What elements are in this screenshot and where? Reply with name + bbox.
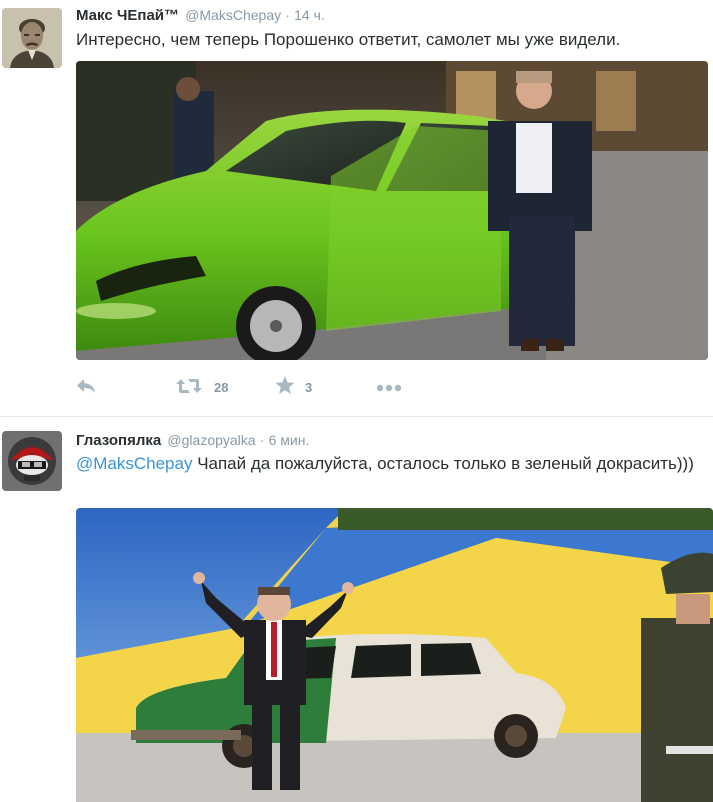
- avatar[interactable]: [2, 431, 62, 491]
- tweet-text: @MaksChepay Чапай да пожалуйста, осталос…: [76, 452, 696, 475]
- more-button[interactable]: [376, 374, 402, 400]
- tweet-header: Глазопялка @glazopyalka · 6 мин.: [76, 430, 309, 451]
- more-dots-icon: [376, 380, 402, 395]
- author-username[interactable]: @MaksChepay: [185, 7, 281, 23]
- tweet-photo-green-car[interactable]: [76, 61, 708, 360]
- author-fullname[interactable]: Глазопялка: [76, 432, 161, 449]
- mention-link[interactable]: @MaksChepay: [76, 454, 192, 473]
- favorite-count: 3: [305, 379, 313, 395]
- author-fullname[interactable]: Макс ЧЕпай™: [76, 7, 179, 24]
- tweet-header: Макс ЧЕпай™ @MaksChepay · 14 ч.: [76, 5, 325, 26]
- tweet-timestamp[interactable]: 14 ч.: [294, 7, 325, 23]
- star-icon: [275, 376, 295, 398]
- reply-button[interactable]: [76, 374, 96, 400]
- tweet-actions: 28 3: [76, 374, 476, 400]
- reply-icon: [76, 378, 96, 397]
- author-username[interactable]: @glazopyalka: [167, 432, 255, 448]
- avatar[interactable]: [2, 8, 62, 68]
- tweet-photo-old-car[interactable]: [76, 508, 713, 802]
- header-separator: ·: [259, 432, 265, 448]
- favorite-button[interactable]: 3: [275, 374, 312, 400]
- retweet-icon: [176, 378, 202, 397]
- tweet-text-body: Чапай да пожалуйста, осталось только в з…: [192, 454, 694, 473]
- tweet-text: Интересно, чем теперь Порошенко ответит,…: [76, 30, 621, 49]
- tweet[interactable]: Макс ЧЕпай™ @MaksChepay · 14 ч. Интересн…: [0, 0, 713, 417]
- tweet-timestamp[interactable]: 6 мин.: [269, 432, 310, 448]
- header-separator: ·: [285, 7, 290, 23]
- retweet-button[interactable]: 28: [176, 374, 228, 400]
- tweet[interactable]: Глазопялка @glazopyalka · 6 мин. @MaksCh…: [0, 418, 713, 802]
- retweet-count: 28: [214, 379, 229, 395]
